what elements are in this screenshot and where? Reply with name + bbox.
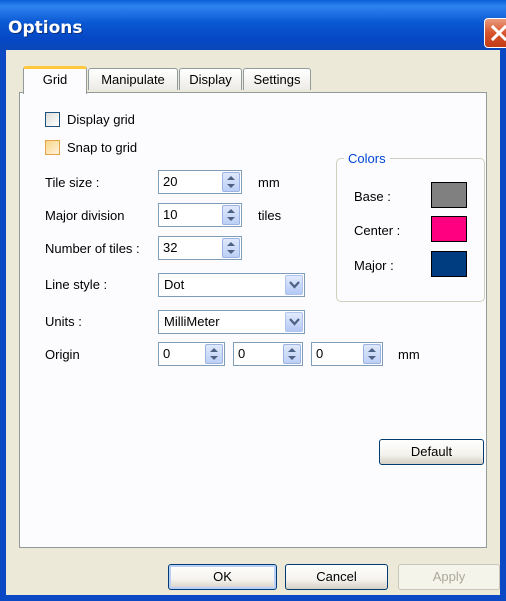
origin-z-spinner[interactable]: 0 — [311, 342, 383, 366]
snap-to-grid-label[interactable]: Snap to grid — [67, 140, 137, 155]
tile-size-value[interactable]: 20 — [163, 174, 177, 189]
origin-unit: mm — [398, 347, 420, 362]
origin-z-value[interactable]: 0 — [316, 346, 323, 361]
default-button[interactable]: Default — [379, 439, 484, 465]
major-division-label: Major division — [45, 208, 125, 223]
spin-arrows-icon[interactable] — [363, 344, 381, 364]
line-style-label: Line style : — [45, 277, 108, 292]
close-icon — [490, 24, 506, 42]
number-of-tiles-value[interactable]: 32 — [163, 240, 177, 255]
units-value[interactable]: MilliMeter — [164, 314, 220, 329]
units-dropdown[interactable]: MilliMeter — [158, 310, 305, 334]
tab-manipulate[interactable]: Manipulate — [88, 68, 178, 90]
center-color-swatch[interactable] — [431, 216, 467, 242]
chevron-down-icon[interactable] — [285, 275, 303, 295]
display-grid-checkbox[interactable] — [45, 112, 60, 127]
major-division-unit: tiles — [258, 208, 282, 223]
major-division-value[interactable]: 10 — [163, 207, 177, 222]
tab-display[interactable]: Display — [179, 68, 242, 90]
tile-size-spinner[interactable]: 20 — [158, 170, 242, 194]
close-button[interactable] — [484, 18, 506, 48]
origin-y-spinner[interactable]: 0 — [233, 342, 303, 366]
colors-group-title: Colors — [344, 151, 390, 166]
origin-y-value[interactable]: 0 — [238, 346, 245, 361]
tab-settings[interactable]: Settings — [243, 68, 311, 90]
line-style-dropdown[interactable]: Dot — [158, 273, 305, 297]
base-color-label: Base : — [354, 189, 391, 204]
title-bar[interactable]: Options — [0, 0, 506, 50]
apply-button: Apply — [398, 564, 500, 590]
tab-grid[interactable]: Grid — [23, 66, 87, 94]
ok-button[interactable]: OK — [168, 564, 277, 590]
spin-arrows-icon[interactable] — [205, 344, 223, 364]
spin-arrows-icon[interactable] — [283, 344, 301, 364]
origin-x-spinner[interactable]: 0 — [158, 342, 225, 366]
spin-arrows-icon[interactable] — [222, 172, 240, 192]
chevron-down-icon[interactable] — [285, 312, 303, 332]
tile-size-label: Tile size : — [45, 175, 100, 190]
origin-x-value[interactable]: 0 — [163, 346, 170, 361]
number-of-tiles-label: Number of tiles : — [45, 241, 140, 256]
spin-arrows-icon[interactable] — [222, 238, 240, 258]
major-color-label: Major : — [354, 258, 394, 273]
window-frame-left — [0, 50, 6, 601]
line-style-value[interactable]: Dot — [164, 277, 184, 292]
major-division-spinner[interactable]: 10 — [158, 203, 242, 227]
options-dialog: Options Grid Manipulate Display Settings… — [0, 0, 506, 601]
base-color-swatch[interactable] — [431, 182, 467, 208]
number-of-tiles-spinner[interactable]: 32 — [158, 236, 242, 260]
cancel-button[interactable]: Cancel — [285, 564, 388, 590]
units-label: Units : — [45, 314, 82, 329]
window-title: Options — [8, 18, 83, 38]
window-frame-right — [500, 50, 506, 601]
snap-to-grid-checkbox[interactable] — [45, 140, 60, 155]
origin-label: Origin — [45, 347, 80, 362]
center-color-label: Center : — [354, 223, 401, 238]
major-color-swatch[interactable] — [431, 251, 467, 277]
window-frame-bottom — [0, 595, 506, 601]
tile-size-unit: mm — [258, 175, 280, 190]
spin-arrows-icon[interactable] — [222, 205, 240, 225]
display-grid-label[interactable]: Display grid — [67, 112, 135, 127]
